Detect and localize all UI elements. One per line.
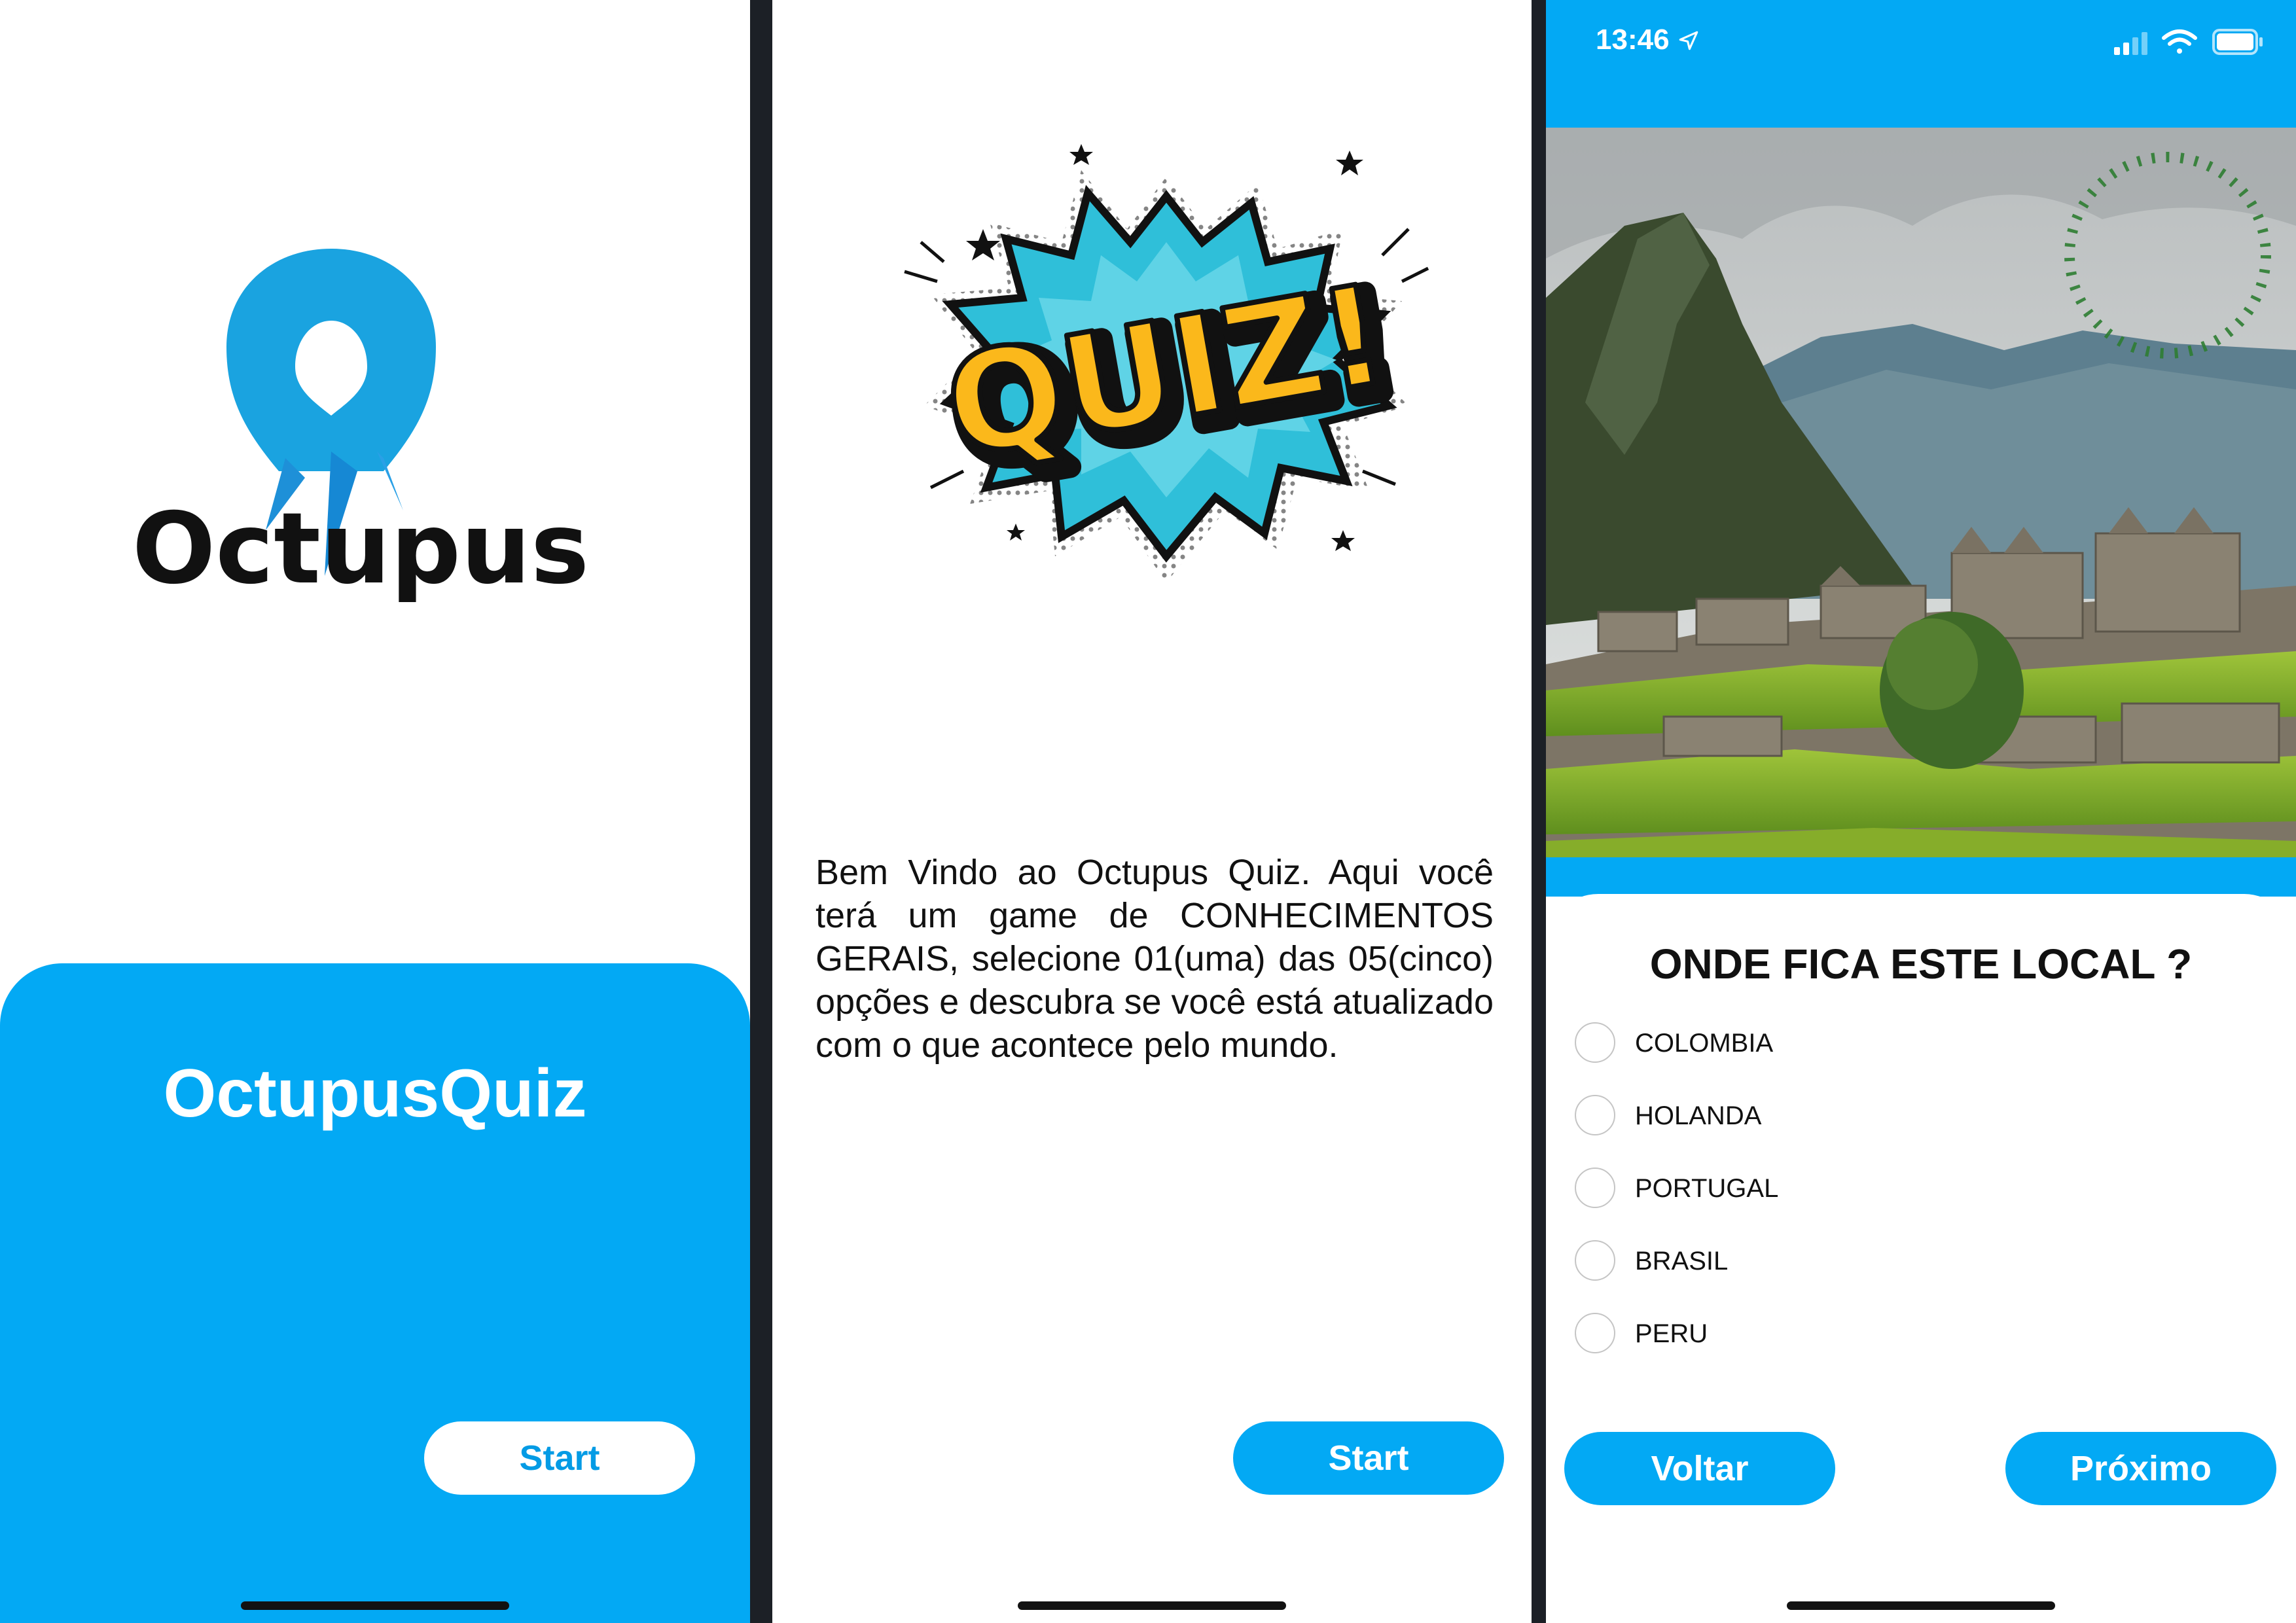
option-label: BRASIL	[1635, 1247, 1729, 1275]
home-indicator[interactable]	[1787, 1601, 2055, 1610]
option-label: PERU	[1635, 1319, 1708, 1348]
status-time: 13:46	[1596, 24, 1700, 56]
option-peru[interactable]: PERU	[1575, 1313, 1967, 1356]
status-bar: 13:46	[1546, 0, 2296, 128]
option-portugal[interactable]: PORTUGAL	[1575, 1168, 1967, 1211]
radio-button[interactable]	[1575, 1168, 1615, 1208]
radio-button[interactable]	[1575, 1240, 1615, 1281]
home-indicator[interactable]	[1018, 1601, 1286, 1610]
splash-screen: Octupus OctupusQuiz Start	[0, 0, 750, 1623]
option-label: COLOMBIA	[1635, 1029, 1774, 1058]
status-icons	[2114, 29, 2263, 55]
home-indicator[interactable]	[241, 1601, 509, 1610]
option-holanda[interactable]: HOLANDA	[1575, 1095, 1967, 1138]
octupus-logo-text: Octupus	[132, 492, 589, 602]
intro-screen: QUIZ! QUIZ! Bem Vindo ao Octupus Quiz. A…	[772, 0, 1532, 1623]
question-card: ONDE FICA ESTE LOCAL ? COLOMBIA HOLANDA …	[1546, 894, 2296, 1623]
option-label: HOLANDA	[1635, 1101, 1762, 1130]
radio-button[interactable]	[1575, 1095, 1615, 1135]
radio-button[interactable]	[1575, 1313, 1615, 1353]
quiz-logo: QUIZ! QUIZ!	[904, 144, 1429, 582]
landmark-photo	[1546, 128, 2296, 861]
location-arrow-icon	[1679, 31, 1698, 50]
cellular-signal-icon	[2114, 32, 2147, 55]
option-brasil[interactable]: BRASIL	[1575, 1240, 1967, 1283]
intro-description: Bem Vindo ao Octupus Quiz. Aqui você ter…	[816, 853, 1494, 1065]
app-name-title: OctupusQuiz	[163, 1056, 587, 1132]
back-button[interactable]: Voltar	[1564, 1432, 1835, 1505]
question-title: ONDE FICA ESTE LOCAL ?	[1649, 940, 2193, 988]
next-button[interactable]: Próximo	[2005, 1432, 2276, 1505]
battery-icon	[2212, 29, 2263, 55]
radio-button[interactable]	[1575, 1022, 1615, 1063]
photo-bottom-strip	[1546, 857, 2296, 897]
start-button[interactable]: Start	[1233, 1421, 1504, 1495]
question-screen: 13:46 ONDE FICA ESTE LOCAL ? COLOMBIA HO…	[1546, 0, 2296, 1623]
wifi-icon	[2162, 29, 2197, 54]
start-button[interactable]: Start	[424, 1421, 695, 1495]
option-colombia[interactable]: COLOMBIA	[1575, 1022, 1967, 1065]
option-label: PORTUGAL	[1635, 1174, 1779, 1203]
status-time-text: 13:46	[1596, 24, 1670, 56]
octupus-logo: Octupus	[132, 249, 589, 602]
splash-bottom-sheet: OctupusQuiz Start	[0, 963, 750, 1623]
